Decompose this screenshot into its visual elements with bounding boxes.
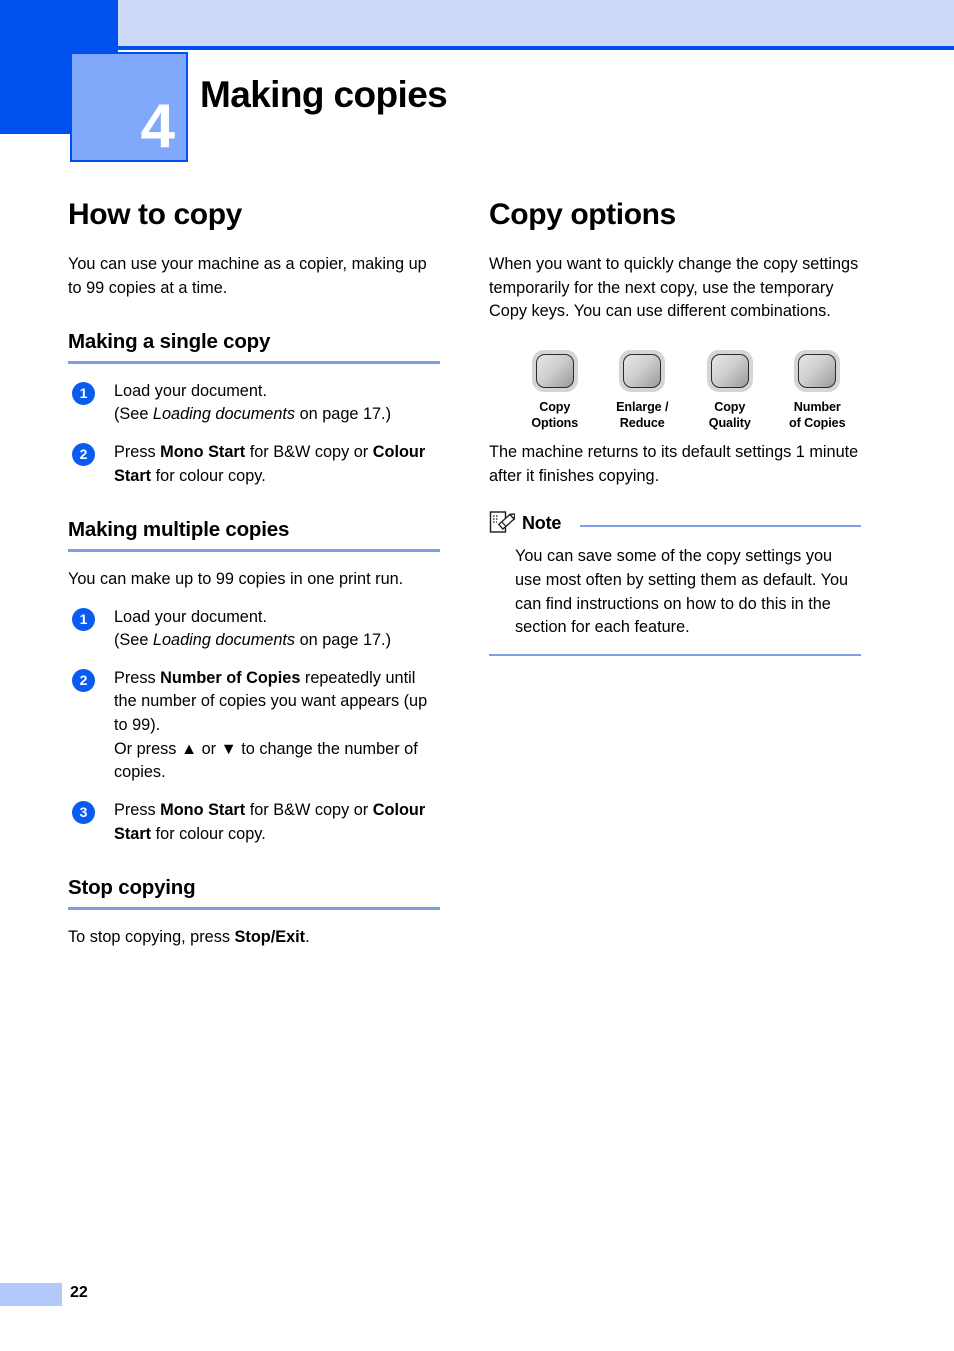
note-title: Note — [522, 512, 562, 533]
text-run: Load your document. — [114, 607, 267, 626]
step-text: Load your document. (See Loading document… — [114, 606, 440, 653]
printer-key-icon — [531, 349, 578, 392]
step-text: Press Number of Copies repeatedly until … — [114, 667, 440, 785]
subsection-rule — [68, 906, 440, 910]
text-run: Press — [114, 668, 161, 687]
page-title: Making copies — [200, 74, 448, 115]
printer-keys-illustration: Copy Options Enlarge / Reduce Copy Quality Num… — [511, 349, 862, 431]
printer-key: Copy Quality — [686, 349, 774, 431]
subsection-heading: Making multiple copies — [68, 518, 290, 542]
note-header: Note — [489, 510, 861, 536]
subsection-rule — [68, 360, 440, 364]
printer-key-label-line1: Number — [793, 399, 841, 414]
emphasis-bold: Mono Start — [160, 443, 246, 462]
step-number-badge: 1 — [72, 381, 95, 405]
header-light-bar — [118, 0, 954, 46]
printer-key-label: Enlarge / Reduce — [599, 399, 687, 431]
step-text: Load your document. (See Loading document… — [114, 380, 440, 427]
subsection-rule — [68, 548, 440, 552]
footer-accent-block — [0, 1283, 62, 1306]
text-run: Or press ▲ or ▼ to change the number of … — [114, 739, 418, 782]
step-number-badge: 1 — [72, 607, 95, 631]
emphasis-bold: Mono Start — [160, 800, 246, 819]
step-number-badge: 2 — [72, 668, 95, 692]
chapter-number: 4 — [140, 92, 175, 161]
section-title-how-to-copy: How to copy — [68, 198, 242, 231]
note-box: Note You can save some of the copy setti… — [489, 510, 861, 656]
page-number: 22 — [70, 1284, 88, 1301]
printer-key-icon — [794, 349, 841, 392]
text-run: for B&W copy or — [245, 800, 373, 819]
left-column: How to copy You can use your machine as … — [68, 198, 440, 963]
printer-key-label-line2: of Copies — [789, 415, 846, 430]
step-number-badge: 3 — [72, 800, 95, 824]
text-run: on page 17.) — [295, 405, 392, 424]
printer-key-label: Copy Options — [511, 399, 599, 431]
subsection-heading: Stop copying — [68, 876, 196, 900]
printer-key-face — [798, 353, 837, 388]
printer-key-face — [535, 353, 574, 388]
printer-key-label-line1: Enlarge / — [616, 399, 669, 414]
step-text: Press Mono Start for B&W copy or Colour … — [114, 799, 440, 846]
printer-key-face — [623, 353, 662, 388]
copy-options-intro: When you want to quickly change the copy… — [489, 255, 859, 321]
printer-key-label-line1: Copy — [539, 399, 571, 414]
printer-key-label: Copy Quality — [686, 399, 774, 431]
right-column: Copy options When you want to quickly ch… — [489, 198, 861, 656]
subsection-heading: Making a single copy — [68, 330, 271, 354]
emphasis-bold: Stop/Exit — [234, 927, 306, 946]
printer-key: Copy Options — [511, 349, 599, 431]
text-run: Load your document. — [114, 381, 267, 400]
note-header-rule — [580, 525, 861, 528]
intro-paragraph: You can use your machine as a copier, ma… — [68, 255, 427, 297]
text-run: (See — [114, 405, 153, 424]
printer-key-label-line2: Reduce — [619, 415, 665, 430]
printer-key-face — [710, 353, 749, 388]
numbered-step: 1 Load your document. (See Loading documen… — [68, 606, 440, 653]
text-run: Press — [114, 800, 161, 819]
printer-key-label-line1: Copy — [714, 399, 746, 414]
subsection-intro: You can make up to 99 copies in one prin… — [68, 569, 404, 588]
printer-key-icon — [706, 349, 753, 392]
chapter-number-box: 4 — [70, 52, 188, 162]
note-pencil-icon — [489, 510, 516, 536]
emphasis-italic: Loading documents — [152, 631, 296, 650]
text-run: for colour copy. — [151, 466, 266, 485]
emphasis-italic: Loading documents — [152, 405, 296, 424]
text-run: . — [305, 927, 310, 946]
text-run: on page 17.) — [295, 631, 392, 650]
printer-key-label-line2: Quality — [708, 415, 751, 430]
section-title-copy-options: Copy options — [489, 198, 676, 231]
printer-key-label: Number of Copies — [774, 399, 862, 431]
printer-key: Number of Copies — [774, 349, 862, 431]
step-text: Press Mono Start for B&W copy or Colour … — [114, 441, 440, 488]
left-subsections: Making a single copy 1 Load your document.… — [68, 330, 440, 949]
printer-key-icon — [619, 349, 666, 392]
after-keys-paragraph: The machine returns to its default setti… — [489, 443, 859, 485]
text-run: for colour copy. — [151, 824, 266, 843]
note-footer-rule — [489, 653, 861, 656]
header-rule — [118, 46, 954, 50]
text-run: for B&W copy or — [245, 443, 373, 462]
emphasis-bold: Number of Copies — [160, 668, 301, 687]
subsection-paragraph: To stop copying, press Stop/Exit. — [68, 926, 440, 950]
numbered-step: 2 Press Number of Copies repeatedly until… — [68, 667, 440, 785]
printer-key-label-line2: Options — [531, 415, 579, 430]
text-run: To stop copying, press — [68, 927, 235, 946]
note-body: You can save some of the copy settings y… — [515, 547, 849, 637]
step-number-badge: 2 — [72, 443, 95, 467]
numbered-step: 3 Press Mono Start for B&W copy or Colour… — [68, 799, 440, 846]
text-run: (See — [114, 631, 153, 650]
numbered-step: 2 Press Mono Start for B&W copy or Colour… — [68, 441, 440, 488]
numbered-step: 1 Load your document. (See Loading documen… — [68, 380, 440, 427]
text-run: Press — [114, 443, 161, 462]
printer-key: Enlarge / Reduce — [599, 349, 687, 431]
